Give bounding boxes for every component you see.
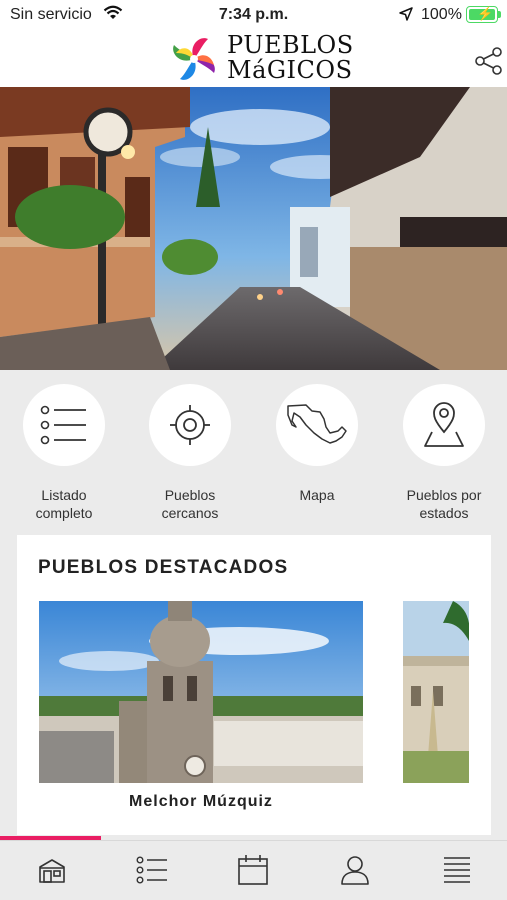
logo-pinwheel-icon bbox=[167, 32, 221, 84]
quick-action-label: Mapa bbox=[299, 487, 335, 503]
share-icon bbox=[475, 47, 502, 75]
quick-actions: Listado completo Pueblos cercanos Mapa P… bbox=[0, 370, 507, 535]
featured-town-photo-next[interactable] bbox=[403, 601, 469, 783]
quick-action-circle bbox=[276, 384, 358, 466]
battery-cap bbox=[498, 11, 501, 18]
nav-menu[interactable] bbox=[440, 853, 474, 887]
nav-list[interactable] bbox=[135, 853, 169, 887]
featured-section: PUEBLOS DESTACADOS Melchor Múzquiz bbox=[17, 535, 491, 835]
quick-action-pueblos-por-estados[interactable]: Pueblos por estados bbox=[380, 384, 507, 522]
quick-action-circle bbox=[403, 384, 485, 466]
quick-action-label: Pueblos cercanos bbox=[161, 487, 219, 521]
nav-home[interactable] bbox=[35, 853, 69, 887]
nav-calendar[interactable] bbox=[236, 853, 270, 887]
battery-charging-icon: ⚡ bbox=[466, 6, 498, 23]
logo-line-1: PUEBLOS bbox=[227, 31, 354, 59]
quick-action-listado-completo[interactable]: Listado completo bbox=[0, 384, 128, 522]
logo-text: PUEBLOS MáGICOS bbox=[227, 33, 354, 83]
list-icon bbox=[40, 405, 86, 445]
target-icon bbox=[170, 405, 210, 445]
calendar-icon bbox=[238, 855, 268, 885]
quick-action-label: Listado completo bbox=[35, 487, 93, 521]
nav-profile[interactable] bbox=[338, 853, 372, 887]
menu-icon bbox=[444, 857, 470, 883]
list-icon bbox=[136, 856, 167, 884]
bottom-nav bbox=[0, 840, 507, 900]
quick-action-circle bbox=[149, 384, 231, 466]
location-arrow-icon bbox=[399, 7, 413, 26]
share-button[interactable] bbox=[474, 46, 504, 76]
quick-action-label: Pueblos por estados bbox=[406, 487, 482, 521]
status-bar: Sin servicio 7:34 p.m. 100% ⚡ bbox=[0, 0, 507, 30]
mexico-map-icon bbox=[287, 404, 347, 444]
featured-town-name[interactable]: Melchor Múzquiz bbox=[39, 793, 363, 811]
battery-percent: 100% bbox=[421, 6, 462, 23]
logo-line-2: MáGICOS bbox=[227, 56, 353, 84]
app-header: PUEBLOS MáGICOS bbox=[0, 30, 507, 87]
quick-action-circle bbox=[23, 384, 105, 466]
map-pin-icon bbox=[424, 402, 464, 447]
hero-image bbox=[0, 87, 507, 370]
featured-title: PUEBLOS DESTACADOS bbox=[38, 557, 289, 578]
quick-action-pueblos-cercanos[interactable]: Pueblos cercanos bbox=[126, 384, 254, 522]
quick-action-mapa[interactable]: Mapa bbox=[253, 384, 381, 504]
featured-town-photo[interactable] bbox=[39, 601, 363, 783]
user-icon bbox=[341, 856, 369, 885]
home-icon bbox=[39, 859, 65, 883]
